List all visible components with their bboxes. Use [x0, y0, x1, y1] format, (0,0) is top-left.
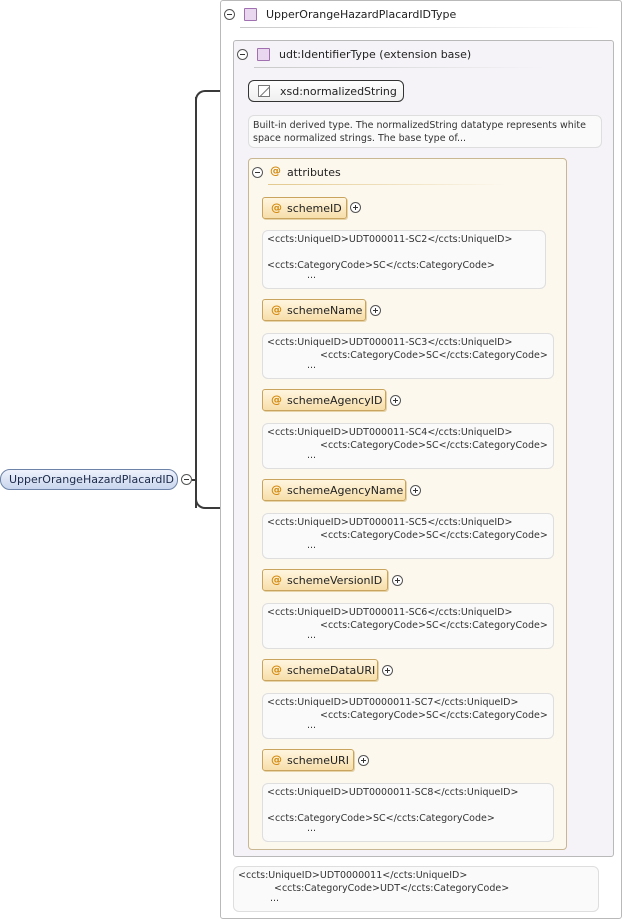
doc-line: <ccts:UniqueID>UDT0000011-SC8</ccts:Uniq…: [267, 787, 519, 798]
expand-icon[interactable]: [390, 395, 401, 406]
attribute-icon: @: [271, 483, 282, 496]
attribute-icon: @: [271, 573, 282, 586]
attributes-label: attributes: [287, 166, 341, 179]
extension-type-icon: [257, 48, 270, 61]
doc-line: <ccts:UniqueID>UDT0000011-SC7</ccts:Uniq…: [267, 697, 519, 708]
expand-icon[interactable]: [392, 575, 403, 586]
attribute-documentation: <ccts:UniqueID>UDT000011-SC4</ccts:Uniqu…: [262, 423, 554, 469]
type-collapse-icon[interactable]: [224, 9, 235, 20]
attribute-icon: @: [271, 663, 282, 676]
attribute-documentation: <ccts:UniqueID>UDT0000011-SC7</ccts:Uniq…: [262, 693, 554, 739]
attributes-at-icon: @: [270, 164, 281, 177]
attribute-name: schemeAgencyName: [287, 484, 404, 497]
attribute-documentation: <ccts:UniqueID>UDT000011-SC6</ccts:Uniqu…: [262, 603, 554, 649]
doc-line: <ccts:UniqueID>UDT0000011</ccts:UniqueID…: [238, 870, 468, 881]
doc-line: <ccts:UniqueID>UDT000011-SC2</ccts:Uniqu…: [267, 234, 513, 245]
doc-line: <ccts:UniqueID>UDT000011-SC6</ccts:Uniqu…: [267, 607, 513, 618]
attribute-node[interactable]: @ schemeURI: [262, 749, 354, 771]
doc-more: ...: [307, 450, 317, 461]
base-type-doc-line-1: Built-in derived type. The normalizedStr…: [253, 120, 586, 131]
root-collapse-icon[interactable]: [181, 474, 192, 485]
attribute-name: schemeURI: [287, 754, 349, 767]
doc-line: <ccts:UniqueID>UDT000011-SC4</ccts:Uniqu…: [267, 427, 513, 438]
extension-name: udt:IdentifierType (extension base): [279, 48, 472, 61]
expand-icon[interactable]: [410, 485, 421, 496]
base-type-node[interactable]: xsd:normalizedString: [248, 80, 404, 102]
doc-line: [267, 247, 541, 260]
extension-divider: [254, 67, 544, 68]
connector-vertical: [195, 97, 197, 508]
attribute-name: schemeAgencyID: [287, 394, 383, 407]
doc-more: ...: [307, 720, 317, 731]
attribute-documentation: <ccts:UniqueID>UDT000011-SC2</ccts:Uniqu…: [262, 230, 546, 289]
simple-type-icon: [258, 85, 270, 97]
base-type-documentation: Built-in derived type. The normalizedStr…: [248, 115, 602, 148]
attribute-icon: @: [271, 753, 282, 766]
attribute-name: schemeVersionID: [287, 574, 383, 587]
doc-line: [267, 800, 549, 813]
type-divider: [240, 27, 600, 28]
attribute-documentation: <ccts:UniqueID>UDT000011-SC5</ccts:Uniqu…: [262, 513, 554, 559]
root-element[interactable]: UpperOrangeHazardPlacardID: [0, 469, 178, 490]
doc-line: <ccts:UniqueID>UDT000011-SC5</ccts:Uniqu…: [267, 517, 513, 528]
doc-more: ...: [307, 270, 317, 281]
doc-line: <ccts:CategoryCode>UDT</ccts:CategoryCod…: [274, 882, 510, 894]
doc-line: <ccts:UniqueID>UDT000011-SC3</ccts:Uniqu…: [267, 337, 513, 348]
expand-icon[interactable]: [370, 305, 381, 316]
attribute-node[interactable]: @ schemeID: [262, 197, 347, 219]
base-type-label: xsd:normalizedString: [280, 85, 397, 98]
attribute-node[interactable]: @ schemeDataURI: [262, 659, 378, 681]
attribute-documentation: <ccts:UniqueID>UDT0000011-SC8</ccts:Uniq…: [262, 783, 554, 842]
attribute-node[interactable]: @ schemeName: [262, 299, 366, 321]
base-type-doc-line-2: space normalized strings. The base type …: [253, 133, 467, 144]
attributes-divider: [268, 184, 508, 185]
attribute-node[interactable]: @ schemeAgencyName: [262, 479, 406, 501]
doc-more: ...: [307, 360, 317, 371]
attribute-name: schemeID: [287, 202, 342, 215]
doc-more: ...: [307, 540, 317, 551]
expand-icon[interactable]: [358, 755, 369, 766]
root-element-label: UpperOrangeHazardPlacardID: [9, 473, 175, 486]
extension-collapse-icon[interactable]: [237, 49, 248, 60]
doc-more: ...: [307, 823, 317, 834]
attributes-collapse-icon[interactable]: [252, 167, 263, 178]
attribute-icon: @: [271, 303, 282, 316]
attribute-node[interactable]: @ schemeVersionID: [262, 569, 388, 591]
attribute-documentation: <ccts:UniqueID>UDT000011-SC3</ccts:Uniqu…: [262, 333, 554, 379]
attribute-name: schemeDataURI: [287, 664, 376, 677]
connector-curve-top: [195, 90, 209, 104]
complex-type-icon: [244, 8, 257, 21]
attribute-icon: @: [271, 201, 282, 214]
doc-more: ...: [307, 630, 317, 641]
type-documentation: <ccts:UniqueID>UDT0000011</ccts:UniqueID…: [233, 866, 599, 912]
attribute-node[interactable]: @ schemeAgencyID: [262, 389, 386, 411]
doc-more: ...: [270, 893, 280, 904]
expand-icon[interactable]: [350, 202, 361, 213]
attribute-icon: @: [271, 393, 282, 406]
attribute-name: schemeName: [287, 304, 363, 317]
type-name: UpperOrangeHazardPlacardIDType: [266, 8, 457, 21]
expand-icon[interactable]: [382, 665, 393, 676]
